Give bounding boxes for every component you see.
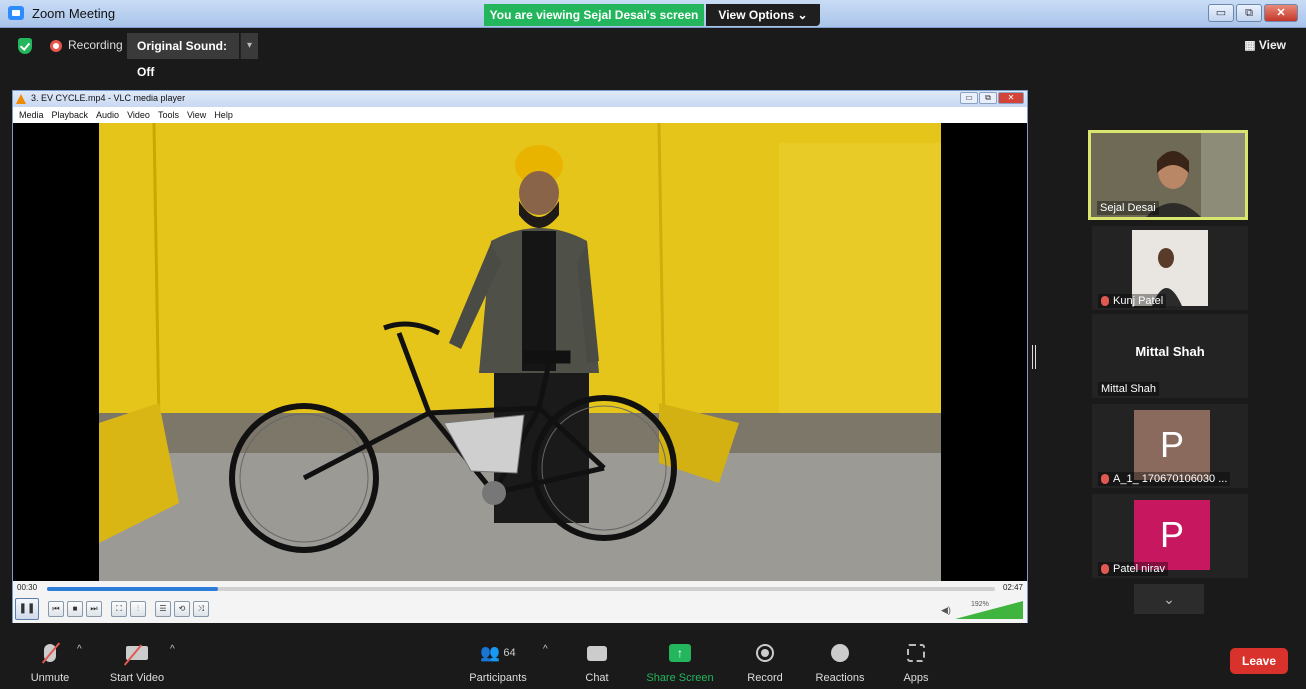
- muted-microphone-icon: [41, 642, 61, 664]
- total-time: 02:47: [1002, 583, 1023, 592]
- fullscreen-button[interactable]: ⛶: [111, 601, 127, 617]
- security-shield-icon[interactable]: [18, 38, 32, 54]
- muted-mic-icon: [1101, 564, 1109, 575]
- menu-media[interactable]: Media: [19, 110, 44, 120]
- vlc-title: 3. EV CYCLE.mp4 - VLC media player: [31, 93, 186, 103]
- previous-button[interactable]: ⏮: [48, 601, 64, 617]
- participant-display-name: Mittal Shah: [1135, 344, 1205, 359]
- audio-options-caret[interactable]: ^: [77, 644, 82, 655]
- participant-name: Sejal Desai: [1097, 201, 1159, 215]
- elapsed-time: 00:30: [17, 583, 38, 592]
- chat-icon: [587, 645, 607, 661]
- menu-video[interactable]: Video: [127, 110, 150, 120]
- meeting-info-bar: Recording Original Sound: Off ▾ ▦ View: [0, 28, 1306, 79]
- participants-count: 64: [503, 647, 516, 659]
- participant-name: Mittal Shah: [1098, 382, 1160, 396]
- minimize-button[interactable]: ▭: [1208, 4, 1234, 22]
- restore-button[interactable]: ⧉: [1236, 4, 1262, 22]
- apps-icon: [907, 644, 925, 662]
- share-screen-icon: ↑: [669, 644, 691, 662]
- record-button[interactable]: Record: [742, 642, 788, 684]
- grid-icon: ▦: [1244, 38, 1259, 52]
- meeting-toolbar: Unmute ^ Start Video ^ 👥 64 Participants …: [0, 628, 1306, 689]
- screen-share-banner: You are viewing Sejal Desai's screen: [484, 4, 704, 26]
- video-off-icon: [123, 644, 148, 666]
- extended-settings-button[interactable]: ⫶: [130, 601, 146, 617]
- share-screen-button[interactable]: ↑ Share Screen: [644, 642, 716, 684]
- original-sound-dropdown[interactable]: ▾: [240, 33, 258, 59]
- playlist-button[interactable]: ☰: [155, 601, 171, 617]
- record-icon: [756, 644, 774, 662]
- leave-button[interactable]: Leave: [1230, 648, 1288, 674]
- vlc-minimize-button[interactable]: ▭: [960, 92, 978, 104]
- start-video-button[interactable]: Start Video: [104, 642, 170, 684]
- original-sound-button[interactable]: Original Sound: Off: [127, 33, 239, 79]
- panel-resize-handle[interactable]: [1032, 345, 1036, 369]
- reactions-button[interactable]: Reactions: [812, 642, 868, 684]
- participant-tile-nirav[interactable]: P Patel nirav: [1092, 494, 1248, 578]
- vlc-restore-button[interactable]: ⧉: [979, 92, 997, 104]
- video-area[interactable]: [13, 123, 1027, 581]
- participant-avatar: P: [1134, 500, 1210, 570]
- participant-tile-mittal[interactable]: Mittal Shah Mittal Shah: [1092, 314, 1248, 398]
- participants-button[interactable]: 👥 64 Participants: [466, 642, 530, 684]
- vlc-button-row: ❚❚ ⏮ ■ ⏭ ⛶ ⫶ ☰ ⟲ ⤨: [15, 598, 209, 620]
- menu-help[interactable]: Help: [214, 110, 233, 120]
- reactions-icon: [831, 644, 849, 662]
- participant-avatar: P: [1134, 410, 1210, 480]
- chat-button[interactable]: Chat: [578, 642, 616, 684]
- vlc-window-controls: ▭ ⧉ ✕: [960, 92, 1024, 104]
- menu-tools[interactable]: Tools: [158, 110, 179, 120]
- seek-progress: [47, 587, 218, 591]
- participant-name: A_1_ 170670106030 ...: [1098, 472, 1231, 486]
- pause-button[interactable]: ❚❚: [15, 598, 39, 620]
- stop-button[interactable]: ■: [67, 601, 83, 617]
- muted-mic-icon: [1101, 474, 1109, 485]
- window-title: Zoom Meeting: [32, 6, 116, 21]
- video-scene: [99, 123, 941, 581]
- participant-name: Kunj Patel: [1098, 294, 1167, 308]
- menu-view[interactable]: View: [187, 110, 206, 120]
- vlc-titlebar: 3. EV CYCLE.mp4 - VLC media player ▭ ⧉ ✕: [13, 91, 1027, 107]
- participant-tile-kunj[interactable]: Kunj Patel: [1092, 226, 1248, 310]
- vlc-cone-icon: [16, 94, 26, 104]
- window-controls: ▭ ⧉ ✕: [1208, 4, 1298, 22]
- window-titlebar: Zoom Meeting You are viewing Sejal Desai…: [0, 0, 1306, 28]
- vlc-menubar: Media Playback Audio Video Tools View He…: [13, 107, 1027, 123]
- muted-mic-icon: [1101, 296, 1109, 307]
- view-label: View: [1258, 38, 1286, 52]
- recording-label: Recording: [68, 38, 123, 52]
- unmute-button[interactable]: Unmute: [22, 642, 78, 684]
- speaker-icon[interactable]: ◀): [941, 605, 951, 616]
- volume-slider[interactable]: [955, 601, 1023, 619]
- seek-bar[interactable]: [47, 587, 995, 591]
- loop-button[interactable]: ⟲: [174, 601, 190, 617]
- participants-icon: 👥: [480, 645, 501, 662]
- participant-tile-a1[interactable]: P A_1_ 170670106030 ...: [1092, 404, 1248, 488]
- participant-name: Patel nirav: [1098, 562, 1168, 576]
- zoom-app-icon: [8, 6, 24, 20]
- vlc-controls: 00:30 02:47 ❚❚ ⏮ ■ ⏭ ⛶ ⫶ ☰ ⟲ ⤨ ◀) 192%: [13, 581, 1027, 623]
- vlc-player-window: 3. EV CYCLE.mp4 - VLC media player ▭ ⧉ ✕…: [12, 90, 1028, 623]
- video-options-caret[interactable]: ^: [170, 644, 175, 655]
- apps-button[interactable]: Apps: [898, 642, 934, 684]
- menu-audio[interactable]: Audio: [96, 110, 119, 120]
- volume-percent: 192%: [971, 601, 989, 608]
- volume-control[interactable]: ◀) 192%: [941, 601, 1025, 619]
- recording-icon: [50, 40, 62, 52]
- zoom-window: Zoom Meeting You are viewing Sejal Desai…: [0, 0, 1306, 689]
- view-options-button[interactable]: View Options ⌄: [706, 4, 820, 26]
- vlc-close-button[interactable]: ✕: [998, 92, 1024, 104]
- shuffle-button[interactable]: ⤨: [193, 601, 209, 617]
- view-button[interactable]: ▦ View: [1244, 38, 1286, 52]
- participants-options-caret[interactable]: ^: [543, 644, 548, 655]
- participant-tile-sejal[interactable]: Sejal Desai: [1088, 130, 1248, 220]
- video-frame: [99, 123, 941, 581]
- chevron-down-icon[interactable]: ⌄: [1134, 584, 1204, 614]
- close-button[interactable]: ✕: [1264, 4, 1298, 22]
- menu-playback[interactable]: Playback: [52, 110, 89, 120]
- next-button[interactable]: ⏭: [86, 601, 102, 617]
